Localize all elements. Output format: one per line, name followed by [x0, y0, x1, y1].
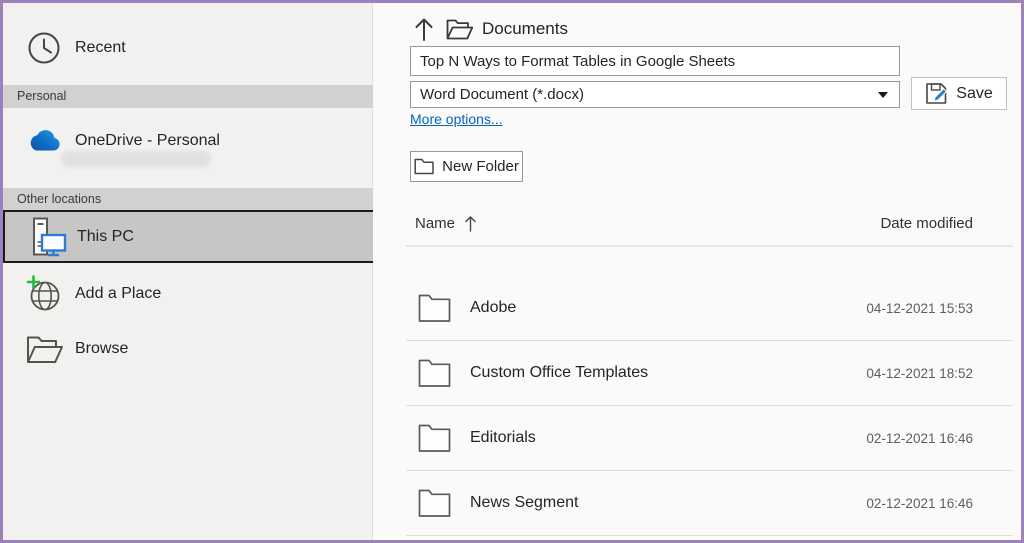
- save-button-label: Save: [956, 84, 993, 102]
- breadcrumb: Documents: [410, 15, 568, 43]
- browse-folder-icon: [21, 334, 67, 365]
- new-folder-icon: [414, 158, 434, 175]
- sidebar-item-browse[interactable]: Browse: [3, 326, 373, 372]
- column-header-date-modified[interactable]: Date modified: [880, 215, 1013, 232]
- file-name: News Segment: [470, 494, 579, 511]
- sidebar-item-label: Recent: [75, 39, 126, 56]
- section-header-personal: Personal: [3, 85, 375, 108]
- name-column-label: Name: [415, 214, 456, 232]
- filename-input[interactable]: [410, 46, 900, 76]
- new-folder-button[interactable]: New Folder: [410, 151, 523, 182]
- filetype-selected-value: Word Document (*.docx): [420, 86, 584, 103]
- file-date-modified: 02-12-2021 16:46: [866, 430, 973, 446]
- file-row-custom-office-templates[interactable]: Custom Office Templates 04-12-2021 18:52: [406, 341, 1013, 406]
- file-name: Adobe: [470, 299, 517, 316]
- file-date-modified: 02-12-2021 16:46: [866, 495, 973, 511]
- folder-icon: [418, 424, 451, 453]
- folder-icon: [418, 294, 451, 323]
- folder-open-icon: [446, 18, 473, 41]
- sidebar-item-recent[interactable]: Recent: [3, 21, 373, 75]
- file-name: Editorials: [470, 429, 536, 446]
- save-as-dialog: Recent Personal OneDrive - Personal Othe…: [0, 0, 1024, 543]
- clock-icon: [21, 31, 67, 65]
- sort-ascending-icon: [465, 215, 476, 232]
- filetype-dropdown[interactable]: Word Document (*.docx): [410, 81, 900, 108]
- sidebar-item-label: Add a Place: [75, 285, 162, 302]
- save-pane: Documents Word Document (*.docx) Save Mo…: [373, 3, 1021, 540]
- file-list-header: Name Date modified: [406, 208, 1013, 238]
- save-button[interactable]: Save: [911, 77, 1007, 110]
- new-folder-button-label: New Folder: [442, 158, 519, 175]
- redacted-email: [61, 151, 211, 168]
- file-name: Custom Office Templates: [470, 364, 649, 381]
- file-date-modified: 04-12-2021 18:52: [866, 365, 973, 381]
- more-options-link[interactable]: More options...: [410, 111, 503, 127]
- folder-icon: [418, 359, 451, 388]
- sidebar-item-label: This PC: [77, 227, 134, 245]
- file-date-modified: 04-12-2021 15:53: [866, 300, 973, 316]
- header-divider: [406, 245, 1013, 247]
- up-one-level-icon[interactable]: [410, 15, 438, 43]
- breadcrumb-current-folder[interactable]: Documents: [482, 19, 568, 39]
- sidebar-item-label: OneDrive - Personal: [75, 132, 220, 149]
- sidebar-item-add-a-place[interactable]: Add a Place: [3, 271, 373, 317]
- sidebar-item-label: Browse: [75, 340, 129, 357]
- folder-icon: [418, 489, 451, 518]
- places-sidebar: Recent Personal OneDrive - Personal Othe…: [3, 3, 375, 540]
- onedrive-icon: [21, 129, 67, 153]
- section-header-other-locations: Other locations: [3, 188, 375, 211]
- column-header-name[interactable]: Name: [415, 215, 476, 232]
- add-place-icon: [21, 274, 67, 314]
- file-row-adobe[interactable]: Adobe 04-12-2021 15:53: [406, 276, 1013, 341]
- file-row-editorials[interactable]: Editorials 02-12-2021 16:46: [406, 406, 1013, 471]
- sidebar-item-this-pc[interactable]: This PC: [3, 210, 375, 263]
- chevron-down-icon: [878, 91, 888, 98]
- this-pc-icon: [23, 216, 69, 258]
- save-icon: [925, 82, 948, 105]
- file-row-news-segment[interactable]: News Segment 02-12-2021 16:46: [406, 471, 1013, 536]
